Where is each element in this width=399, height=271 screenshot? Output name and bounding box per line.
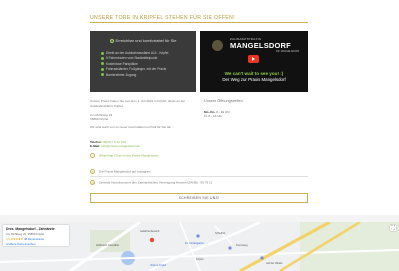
check-circle-icon: ✓ (109, 38, 114, 43)
map-poi-icon (196, 234, 200, 238)
map-pin-icon (149, 237, 155, 243)
map-poi-icon (260, 256, 264, 260)
features-card: ✓ Erreichbar und komfortabel für Sie Dire… (90, 31, 196, 92)
contact-section: Unsere Tore in Kripfel stehen für Sie of… (0, 0, 399, 222)
video-brand: MANGELSDORF (230, 41, 291, 50)
features-title-text: Erreichbar und komfortabel für Sie (115, 38, 177, 43)
map-label: Ev. Kindergarten (185, 242, 205, 245)
hours-title: Unsere Öffnungszeiten (204, 99, 243, 103)
section-heading: Unsere Tore in Kripfel stehen für Sie of… (90, 15, 235, 21)
bullet-icon (101, 51, 104, 55)
phone-icon: ☏ (90, 180, 95, 185)
email-label: E-Mail: (90, 144, 101, 149)
place-address: Am Mühlweg 22, 35860 Kripfel (6, 232, 45, 236)
rating-value: 4,9 ★★★★★ (6, 237, 24, 241)
larger-map-link[interactable]: Größere Karte ansehen (6, 242, 66, 246)
embedded-map[interactable]: Dres. Mangelsdorf - Zahnärzte Am Mühlweg… (0, 222, 399, 271)
whatsapp-link[interactable]: ◦ WhatsApp Chat mit der Praxis Mangelsdor… (90, 153, 158, 158)
instagram-text: Die Praxis Mangelsdorf auf Instagram (99, 169, 151, 174)
bullet-icon (101, 57, 104, 61)
map-label: Hoffmann Gasstätte (96, 244, 120, 247)
opening-hours: Mo.-Do. 8 - 19 Uhr Fr. 8 - 13 Uhr (204, 110, 230, 119)
instagram-icon: ◎ (90, 169, 95, 174)
whatsapp-icon: ◦ (90, 153, 95, 158)
feature-text: 5 Fahrminuten vom Stadtmittelpunkt (106, 56, 158, 61)
map-label: Kreuzweg (236, 244, 248, 247)
video-brand-sub: DR. MANGELSDORF (276, 50, 300, 53)
heading-divider (90, 22, 308, 23)
address-line-2: 35860 Kripfel (90, 117, 109, 122)
map-label: Schulhof (215, 232, 226, 235)
map-label: Auf der Weide (266, 262, 283, 265)
phone-label: Telefon: (90, 140, 102, 144)
whatsapp-text: WhatsApp Chat mit der Praxis Mangelsdorf (99, 153, 159, 158)
comfort-note: Wir sind auch von so neuer komfortabel u… (90, 125, 172, 129)
video-slogan-2: Der Weg zur Praxis Mangelsdorf (222, 77, 286, 82)
video-slogan-1: We can't wait to see you! :) (224, 71, 284, 76)
map-label: Gefahrenbereich (140, 230, 160, 233)
place-name: Dres. Mangelsdorf - Zahnärzte (6, 227, 55, 231)
contact-details: Telefon: 06033 / 9 21 700 E-Mail: info@p… (90, 140, 140, 149)
write-us-button[interactable]: Schreiben Sie uns! (90, 193, 308, 203)
email-link[interactable]: info@praxis-mangelsdorf.de (101, 144, 140, 148)
feature-text: Fahrradständer, Fußgänger, mit der Praxi… (106, 67, 167, 72)
phone-link[interactable]: 06033 / 9 21 700 (103, 140, 126, 144)
play-button[interactable] (248, 55, 259, 63)
list-item: Barrierefreier Zugang (101, 73, 168, 78)
emergency-text: Zentrale Notrufnummer des Zahnärztlichen… (99, 180, 213, 185)
fullscreen-icon[interactable]: ⛶ (390, 225, 396, 231)
place-card[interactable]: Dres. Mangelsdorf - Zahnärzte Am Mühlweg… (3, 225, 69, 246)
emergency-note: ☏ Zentrale Notrufnummer des Zahnärztliche… (90, 180, 212, 185)
map-poi-icon (228, 246, 232, 250)
reviews-link[interactable]: 48 Rezensionen (24, 237, 44, 241)
hours-friday: Fr. 8 - 13 Uhr (204, 114, 223, 119)
features-list: Direkt an der Autobahnausfahrt A14 - Kri… (101, 51, 168, 78)
hours-time: 8 - 19 Uhr (216, 110, 230, 114)
intro-text: Unsere Praxis finden Sie seit dem 1. Jul… (90, 99, 186, 108)
moon-icon (212, 40, 223, 51)
divider (90, 176, 308, 177)
bullet-icon (101, 73, 104, 77)
bullet-icon (101, 67, 104, 71)
map-label: Vitarne Kripfel (150, 264, 167, 267)
instagram-link[interactable]: ◎ Die Praxis Mangelsdorf auf Instagram (90, 169, 151, 174)
bullet-icon (101, 62, 104, 66)
address: Am Mühlweg 22 35860 Kripfel (90, 113, 112, 122)
feature-text: Barrierefreier Zugang (106, 72, 137, 77)
feature-text: Kostenlose Parkplätze (106, 61, 138, 66)
map-label: Kripfel (196, 258, 204, 261)
hours-days: Mo.-Do. (204, 110, 216, 114)
video-player[interactable]: ZAHNARZTPRAXIS MANGELSDORF DR. MANGELSDO… (200, 31, 308, 92)
place-rating: 4,9 ★★★★★ 48 Rezensionen (6, 237, 66, 241)
features-title: ✓ Erreichbar und komfortabel für Sie (90, 38, 196, 43)
feature-text: Direkt an der Autobahnausfahrt A14 - Kri… (106, 51, 169, 55)
